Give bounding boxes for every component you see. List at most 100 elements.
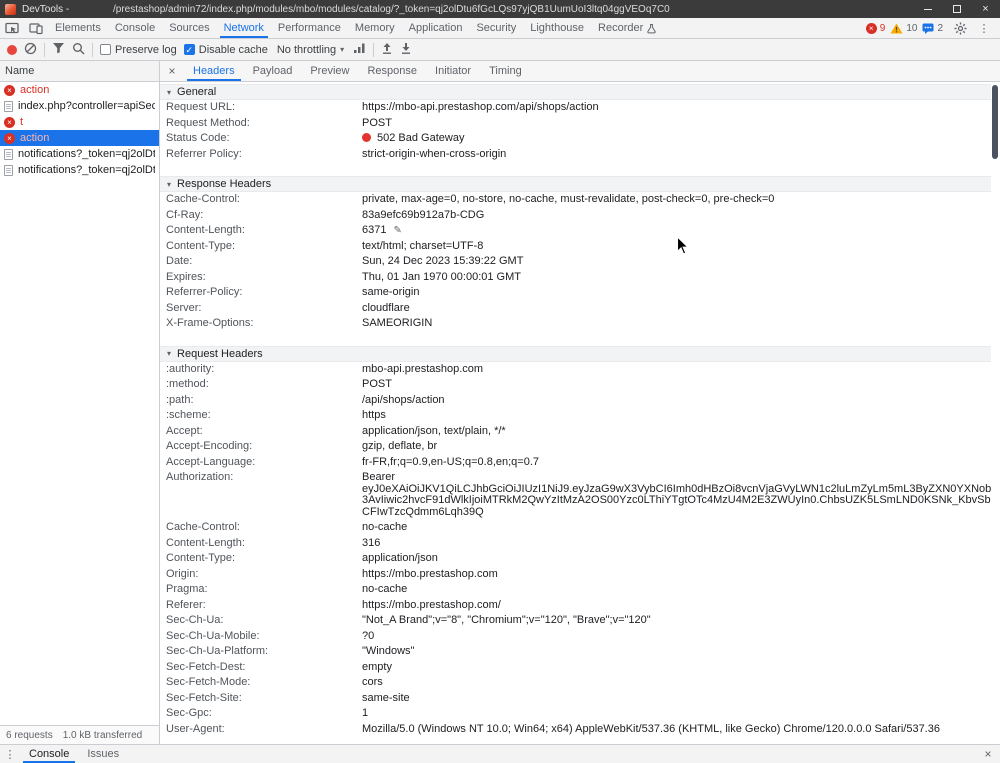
import-har-button[interactable] xyxy=(381,42,393,58)
header-value: https xyxy=(362,409,992,422)
network-panel: Name × action index.php?controller=apiSecu… xyxy=(0,61,1000,744)
section-rows: :authority: mbo-api.prestashop.com:method… xyxy=(160,362,1000,738)
filter-button[interactable] xyxy=(52,42,65,57)
close-details-button[interactable]: × xyxy=(160,61,184,81)
request-row[interactable]: × action xyxy=(0,82,159,98)
header-value: no-cache xyxy=(362,521,992,534)
header-row: :authority: mbo-api.prestashop.com xyxy=(160,362,1000,378)
window-titlebar: DevTools - /prestashop/admin72/index.php… xyxy=(0,0,1000,18)
header-value: mbo-api.prestashop.com xyxy=(362,362,992,376)
drawer-tab-console[interactable]: Console xyxy=(20,745,78,763)
tab-response[interactable]: Response xyxy=(358,61,426,81)
tab-console[interactable]: Console xyxy=(108,18,162,38)
tab-initiator[interactable]: Initiator xyxy=(426,61,480,81)
network-conditions-button[interactable] xyxy=(353,42,366,57)
search-button[interactable] xyxy=(72,42,85,58)
header-value-text: POST xyxy=(362,378,392,390)
header-value-text: mbo-api.prestashop.com xyxy=(362,362,484,375)
close-icon: × xyxy=(982,2,989,15)
request-row[interactable]: × t xyxy=(0,114,159,130)
header-row: Cache-Control: no-cache xyxy=(160,520,1000,536)
drawer-menu-button[interactable]: ⋮ xyxy=(0,745,20,763)
header-value: "Not_A Brand";v="8", "Chromium";v="120",… xyxy=(362,614,992,627)
tab-preview[interactable]: Preview xyxy=(301,61,358,81)
header-value-text: https xyxy=(362,409,386,421)
scrollbar-thumb[interactable] xyxy=(992,85,998,159)
section-header-general[interactable]: ▾ General xyxy=(160,84,1000,100)
close-drawer-button[interactable]: × xyxy=(976,745,1000,763)
disclosure-triangle-icon: ▾ xyxy=(167,87,172,97)
header-row: Sec-Ch-Ua: "Not_A Brand";v="8", "Chromium… xyxy=(160,613,1000,629)
error-count[interactable]: 9 xyxy=(880,23,886,34)
disclosure-triangle-icon: ▾ xyxy=(167,179,172,189)
header-name: Cache-Control: xyxy=(166,521,240,533)
tab-lighthouse[interactable]: Lighthouse xyxy=(523,18,591,38)
section-header-response[interactable]: ▾ Response Headers xyxy=(160,176,1000,192)
maximize-icon xyxy=(952,5,961,13)
clear-icon xyxy=(24,42,37,54)
tab-elements[interactable]: Elements xyxy=(48,18,108,38)
name-column-header[interactable]: Name xyxy=(0,61,159,82)
request-row[interactable]: notifications?_token=qj2olDtu... xyxy=(0,162,159,178)
tab-timing[interactable]: Timing xyxy=(480,61,531,81)
header-row: Request URL: https://mbo-api.prestashop.c… xyxy=(160,100,1000,116)
clear-button[interactable] xyxy=(24,42,37,58)
more-options-button[interactable]: ⋮ xyxy=(972,22,996,35)
issue-count[interactable]: 2 xyxy=(937,23,943,34)
throttling-select[interactable]: No throttling ▾ xyxy=(275,44,346,56)
header-value: 6371 ✎ xyxy=(362,224,992,237)
tab-sources[interactable]: Sources xyxy=(162,18,216,38)
record-button[interactable] xyxy=(7,44,17,55)
warning-count[interactable]: 10 xyxy=(906,23,917,34)
tab-memory[interactable]: Memory xyxy=(348,18,402,38)
header-value-text: 316 xyxy=(362,536,381,549)
header-row: Expires: Thu, 01 Jan 1970 00:00:01 GMT xyxy=(160,270,1000,286)
settings-button[interactable] xyxy=(948,22,972,35)
close-button[interactable]: × xyxy=(971,0,1000,18)
inspect-element-button[interactable] xyxy=(0,18,24,38)
minimize-button[interactable] xyxy=(913,0,942,18)
export-har-button[interactable] xyxy=(400,42,412,58)
edit-icon[interactable]: ✎ xyxy=(393,225,401,236)
header-name: User-Agent: xyxy=(166,722,225,735)
requests-count: 6 requests xyxy=(6,729,53,741)
request-row[interactable]: notifications?_token=qj2olDtu... xyxy=(0,146,159,162)
scrollbar[interactable] xyxy=(991,83,1000,744)
disable-cache-checkbox[interactable]: ✓ Disable cache xyxy=(183,44,268,56)
header-row: Content-Length: 316 xyxy=(160,536,1000,552)
tab-application[interactable]: Application xyxy=(402,18,470,38)
header-name: :scheme: xyxy=(166,409,211,421)
maximize-button[interactable] xyxy=(942,0,971,18)
tab-network[interactable]: Network xyxy=(217,18,271,38)
tab-security[interactable]: Security xyxy=(469,18,523,38)
section-header-request[interactable]: ▾ Request Headers xyxy=(160,345,1000,362)
header-name: Cf-Ray: xyxy=(166,208,204,221)
header-row: Referrer-Policy: same-origin xyxy=(160,285,1000,301)
network-toolbar: Preserve log ✓ Disable cache No throttli… xyxy=(0,39,1000,61)
request-row[interactable]: × action xyxy=(0,130,159,146)
header-name: Origin: xyxy=(166,567,199,580)
preserve-log-checkbox[interactable]: Preserve log xyxy=(100,44,177,56)
device-toolbar-button[interactable] xyxy=(24,18,48,38)
header-name: :authority: xyxy=(166,362,215,375)
header-name: Content-Length: xyxy=(166,536,245,549)
header-value-text: https://mbo-api.prestashop.com/api/shops… xyxy=(362,101,599,113)
tab-payload[interactable]: Payload xyxy=(244,61,302,81)
tab-recorder-label: Recorder xyxy=(598,22,644,34)
header-value: Mozilla/5.0 (Windows NT 10.0; Win64; x64… xyxy=(362,722,992,736)
header-value: application/json, text/plain, */* xyxy=(362,425,992,438)
tab-headers[interactable]: Headers xyxy=(184,61,244,81)
document-icon xyxy=(4,164,13,176)
warning-icon xyxy=(890,23,903,33)
header-value: POST xyxy=(362,117,992,130)
header-name: Referrer-Policy: xyxy=(166,286,243,298)
header-value-text: Mozilla/5.0 (Windows NT 10.0; Win64; x64… xyxy=(362,722,940,735)
header-value: 316 xyxy=(362,536,992,550)
drawer-tab-issues[interactable]: Issues xyxy=(78,745,128,763)
header-value: 1 xyxy=(362,707,992,720)
tab-recorder[interactable]: Recorder xyxy=(591,18,663,38)
tab-performance[interactable]: Performance xyxy=(271,18,348,38)
document-icon xyxy=(4,148,13,160)
request-row[interactable]: index.php?controller=apiSecur... xyxy=(0,98,159,114)
header-row: User-Agent: Mozilla/5.0 (Windows NT 10.0;… xyxy=(160,722,1000,738)
